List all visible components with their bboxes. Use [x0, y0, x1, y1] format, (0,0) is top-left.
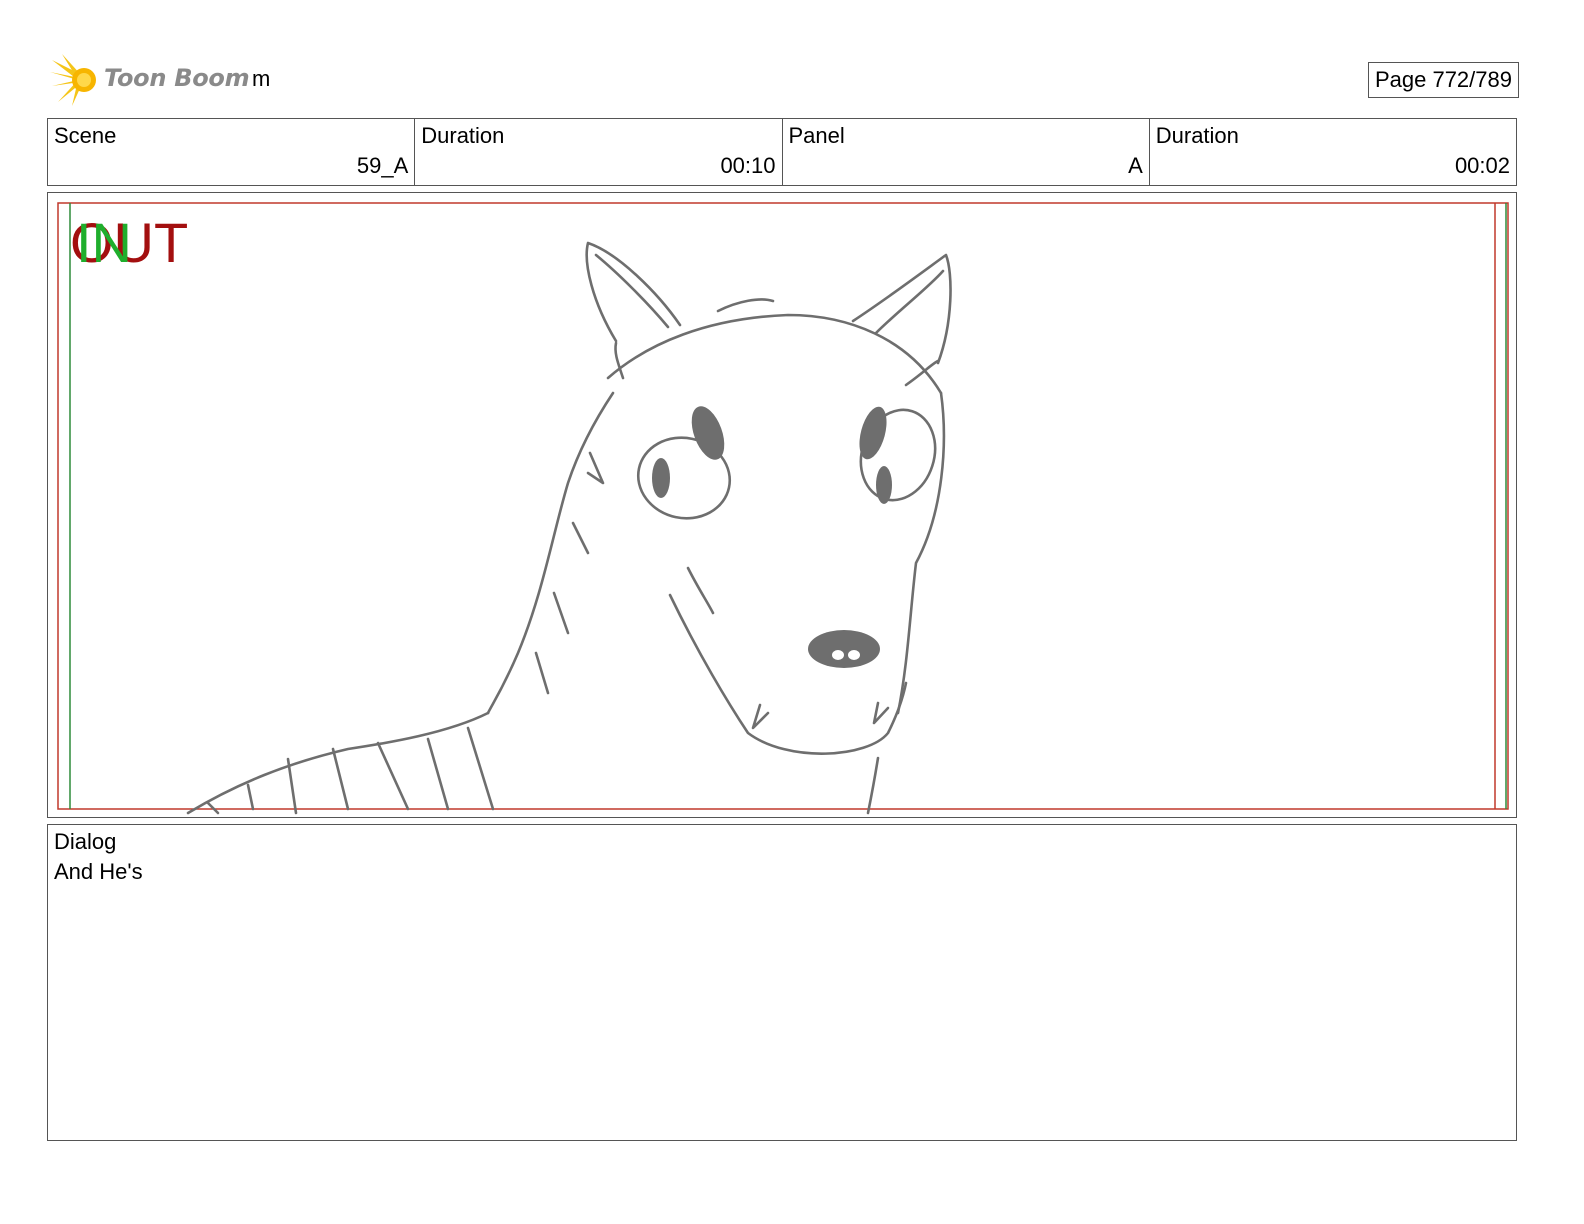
panel-label: Panel	[788, 123, 845, 148]
scene-duration-cell: Duration 00:10	[414, 119, 781, 185]
panel-duration-value: 00:02	[1454, 153, 1510, 178]
scene-duration-label: Duration	[421, 123, 505, 148]
dialog-text: And He's	[54, 859, 143, 884]
panel-image: OUT IN	[47, 192, 1517, 818]
scene-value: 59_A	[356, 153, 409, 178]
safe-frame	[57, 202, 1509, 810]
scene-info-table: Scene 59_A Duration 00:10 Panel A Durati…	[47, 118, 1517, 186]
scene-cell: Scene 59_A	[48, 119, 414, 185]
panel-cell: Panel A	[781, 119, 1149, 185]
page-counter: Page 772/789	[1367, 62, 1519, 98]
panel-value: A	[1128, 153, 1143, 178]
wolf-sketch-fills	[652, 406, 892, 668]
project-name: m	[252, 66, 271, 91]
starburst-logo-icon	[50, 54, 96, 106]
wolf-sketch	[186, 241, 952, 815]
toon-boom-logo: Toon Boom	[50, 52, 250, 108]
scene-label: Scene	[54, 123, 117, 148]
dialog-label: Dialog	[54, 829, 117, 854]
wolf-sketch-drawing	[57, 202, 1509, 815]
in-marker: IN	[76, 211, 132, 274]
panel-duration-cell: Duration 00:02	[1148, 119, 1516, 185]
panel-duration-label: Duration	[1155, 123, 1239, 148]
scene-duration-value: 00:10	[720, 153, 776, 178]
dialog-box: Dialog And He's	[47, 824, 1517, 1141]
logo-text: Toon Boom	[104, 64, 250, 92]
